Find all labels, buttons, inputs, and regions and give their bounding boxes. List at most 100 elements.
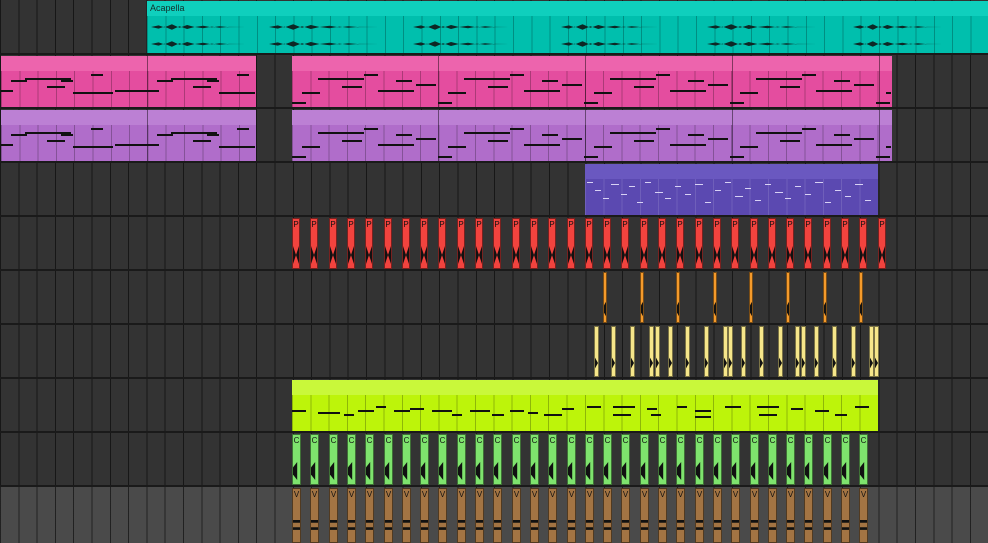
midi-note[interactable] <box>603 198 609 199</box>
brown-slice-clip[interactable]: V <box>475 488 484 543</box>
midi-note[interactable] <box>47 140 65 142</box>
yellow-hit-clip[interactable] <box>832 326 837 377</box>
yellow-hit-clip[interactable] <box>874 326 879 377</box>
midi-note[interactable] <box>855 184 863 185</box>
midi-note[interactable] <box>730 102 744 104</box>
midi-note[interactable] <box>876 156 890 158</box>
midi-note[interactable] <box>634 140 654 142</box>
midi-note[interactable] <box>302 146 320 148</box>
midi-note[interactable] <box>621 194 627 195</box>
brown-slice-clip[interactable]: V <box>347 488 356 543</box>
midi-note[interactable] <box>318 78 364 80</box>
midi-note[interactable] <box>834 80 850 82</box>
brown-slice-clip[interactable]: V <box>438 488 447 543</box>
midi-note[interactable] <box>610 132 656 134</box>
midi-note[interactable] <box>544 414 562 416</box>
brown-slice-clip[interactable]: V <box>548 488 557 543</box>
green-slice-clip[interactable]: C <box>512 434 521 485</box>
midi-note[interactable] <box>584 156 598 158</box>
green-slice-clip[interactable]: C <box>292 434 301 485</box>
brown-slice-clip[interactable]: V <box>658 488 667 543</box>
midi-note[interactable] <box>816 144 852 146</box>
brown-slice-clip[interactable]: V <box>567 488 576 543</box>
midi-note[interactable] <box>364 74 378 76</box>
midi-note[interactable] <box>834 134 850 136</box>
yellow-hit-clip[interactable] <box>685 326 690 377</box>
green-slice-clip[interactable]: C <box>823 434 832 485</box>
midi-note[interactable] <box>157 134 173 136</box>
midi-note[interactable] <box>740 92 758 94</box>
purple-midi-clip-2[interactable] <box>292 110 892 161</box>
midi-note[interactable] <box>237 74 249 76</box>
midi-note[interactable] <box>765 184 771 185</box>
midi-note[interactable] <box>695 416 711 418</box>
midi-note[interactable] <box>562 408 574 410</box>
red-slice-clip[interactable]: P <box>713 218 721 269</box>
midi-note[interactable] <box>219 146 255 148</box>
midi-note[interactable] <box>219 92 255 94</box>
yellow-hit-clip[interactable] <box>814 326 819 377</box>
midi-note[interactable] <box>488 140 508 142</box>
red-slice-clip[interactable]: P <box>384 218 392 269</box>
midi-note[interactable] <box>207 134 219 136</box>
green-slice-clip[interactable]: C <box>438 434 447 485</box>
midi-note[interactable] <box>780 140 800 142</box>
brown-slice-clip[interactable]: V <box>585 488 594 543</box>
green-slice-clip[interactable]: C <box>804 434 813 485</box>
midi-note[interactable] <box>410 408 424 410</box>
midi-note[interactable] <box>396 134 412 136</box>
red-slice-clip[interactable]: P <box>640 218 648 269</box>
midi-note[interactable] <box>665 198 671 199</box>
yellow-hit-clip[interactable] <box>851 326 856 377</box>
midi-note[interactable] <box>115 144 147 146</box>
midi-note[interactable] <box>292 102 306 104</box>
lime-midi-clip-2[interactable] <box>585 380 878 431</box>
midi-note[interactable] <box>47 86 65 88</box>
green-slice-clip[interactable]: C <box>310 434 319 485</box>
midi-note[interactable] <box>688 80 704 82</box>
brown-slice-clip[interactable]: V <box>731 488 740 543</box>
midi-note[interactable] <box>318 132 364 134</box>
red-slice-clip[interactable]: P <box>750 218 758 269</box>
midi-note[interactable] <box>488 86 508 88</box>
brown-slice-clip[interactable]: V <box>823 488 832 543</box>
green-slice-clip[interactable]: C <box>750 434 759 485</box>
pink-midi-clip-1[interactable] <box>1 56 256 107</box>
midi-note[interactable] <box>854 138 874 140</box>
midi-note[interactable] <box>816 90 852 92</box>
red-slice-clip[interactable]: P <box>438 218 446 269</box>
green-slice-clip[interactable]: C <box>695 434 704 485</box>
midi-note[interactable] <box>528 412 538 414</box>
midi-note[interactable] <box>805 194 811 195</box>
midi-note[interactable] <box>432 410 452 412</box>
track-lane-yellow[interactable] <box>0 325 988 377</box>
midi-note[interactable] <box>634 86 654 88</box>
midi-note[interactable] <box>708 84 728 86</box>
green-slice-clip[interactable]: C <box>402 434 411 485</box>
midi-note[interactable] <box>785 198 791 199</box>
brown-slice-clip[interactable]: V <box>292 488 301 543</box>
red-slice-clip[interactable]: P <box>292 218 300 269</box>
midi-note[interactable] <box>825 202 831 203</box>
midi-note[interactable] <box>725 406 741 408</box>
midi-note[interactable] <box>344 414 354 416</box>
arrangement-view[interactable]: Acapella P P P P P P P P P P P P P P P P… <box>0 0 988 543</box>
green-slice-clip[interactable]: C <box>603 434 612 485</box>
midi-note[interactable] <box>688 134 704 136</box>
midi-note[interactable] <box>207 80 219 82</box>
brown-slice-clip[interactable]: V <box>493 488 502 543</box>
brown-slice-clip[interactable]: V <box>713 488 722 543</box>
midi-note[interactable] <box>452 414 462 416</box>
midi-note[interactable] <box>73 146 113 148</box>
brown-slice-clip[interactable]: V <box>384 488 393 543</box>
midi-note[interactable] <box>524 90 560 92</box>
midi-note[interactable] <box>876 102 890 104</box>
yellow-hit-clip[interactable] <box>649 326 654 377</box>
midi-note[interactable] <box>193 86 211 88</box>
midi-note[interactable] <box>725 182 731 183</box>
midi-note[interactable] <box>613 414 631 416</box>
green-slice-clip[interactable]: C <box>457 434 466 485</box>
orange-hit-clip[interactable] <box>713 272 717 323</box>
brown-slice-clip[interactable]: V <box>859 488 868 543</box>
midi-note[interactable] <box>815 182 823 183</box>
